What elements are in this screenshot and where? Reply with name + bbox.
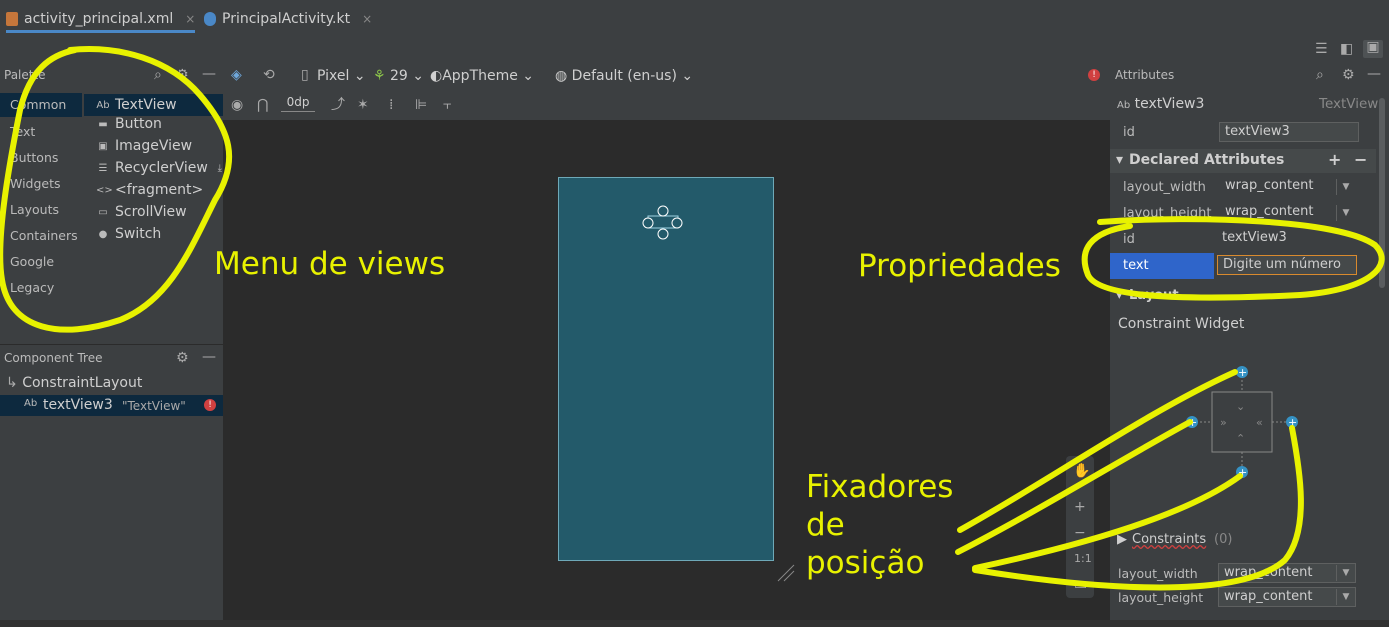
scribble-palette [0,46,233,333]
annotation-fixadores: Fixadores [806,469,954,505]
highlight-scribbles [0,46,1385,591]
scribble-arrow-top [957,369,1238,533]
annotation-menu-de-views: Menu de views [214,246,446,282]
annotation-de: de [806,507,845,543]
scribble-arrow-left [955,419,1193,555]
annotation-propriedades: Propriedades [858,248,1061,284]
scribble-properties [1081,216,1385,301]
annotation-posicao: posição [806,545,925,581]
